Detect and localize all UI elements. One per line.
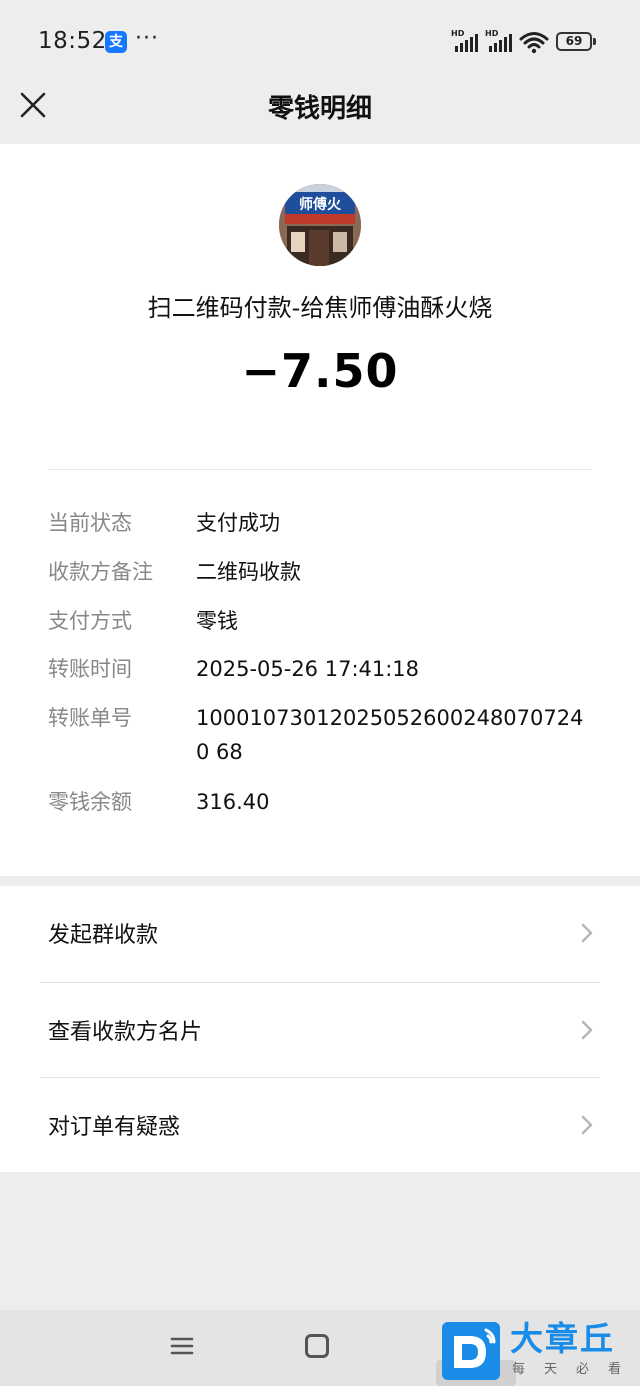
detail-label: 当前状态 (48, 511, 132, 535)
cellular-signal-2-icon: HD (485, 30, 515, 54)
detail-label: 支付方式 (48, 609, 132, 633)
transaction-detail-card: 师傅火 扫二维码付款-给焦师傅油酥火烧 −7.50 当前状态 支付成功 收款方备… (0, 144, 640, 876)
detail-label: 转账单号 (48, 706, 132, 730)
watermark: 大章丘 每天必看 (440, 1320, 640, 1382)
detail-value: 2025-05-26 17:41:18 (196, 657, 420, 681)
wifi-icon (519, 32, 549, 54)
detail-label: 转账时间 (48, 657, 132, 681)
status-bar: 18:52 支 ··· HD HD 69 (0, 0, 640, 86)
watermark-tagline: 每天必看 (512, 1362, 640, 1377)
detail-value: 二维码收款 (196, 560, 301, 584)
battery-icon: 69 (556, 32, 596, 51)
detail-row-order-number: 转账单号 100010730120250526002480707240 68 (48, 701, 592, 771)
home-icon[interactable] (305, 1334, 329, 1358)
battery-level: 69 (565, 34, 583, 48)
menu-icon[interactable] (170, 1335, 194, 1357)
action-label: 对订单有疑惑 (48, 1115, 181, 1140)
chevron-right-icon (581, 1115, 593, 1135)
page-title: 零钱明细 (267, 94, 372, 124)
view-payee-card-button[interactable]: 查看收款方名片 (0, 983, 640, 1078)
detail-label: 收款方备注 (48, 560, 153, 584)
divider (48, 469, 592, 470)
chevron-right-icon (581, 923, 593, 943)
action-label: 查看收款方名片 (48, 1020, 203, 1045)
cellular-signal-1-icon: HD (451, 30, 481, 54)
more-notifications-icon: ··· (135, 26, 159, 51)
merchant-title: 扫二维码付款-给焦师傅油酥火烧 (147, 294, 493, 322)
alipay-notification-icon: 支 (105, 31, 127, 53)
dazhangqiu-logo-icon (442, 1322, 500, 1380)
detail-label: 零钱余额 (48, 790, 132, 814)
chevron-right-icon (581, 1020, 593, 1040)
transaction-amount: −7.50 (241, 344, 399, 398)
watermark-brand: 大章丘 (510, 1319, 615, 1358)
detail-value: 零钱 (196, 609, 238, 633)
order-inquiry-button[interactable]: 对订单有疑惑 (0, 1078, 640, 1173)
nav-bar: 零钱明细 (0, 86, 640, 144)
svg-text:师傅火: 师傅火 (299, 196, 342, 213)
detail-value: 316.40 (196, 790, 270, 814)
actions-list: 发起群收款 查看收款方名片 对订单有疑惑 (0, 886, 640, 1172)
group-collection-button[interactable]: 发起群收款 (0, 886, 640, 981)
detail-value: 支付成功 (196, 511, 280, 535)
merchant-avatar[interactable]: 师傅火 (279, 184, 361, 266)
action-label: 发起群收款 (48, 923, 159, 948)
order-number-value[interactable]: 100010730120250526002480707240 68 (196, 701, 586, 769)
status-time: 18:52 (38, 28, 107, 54)
